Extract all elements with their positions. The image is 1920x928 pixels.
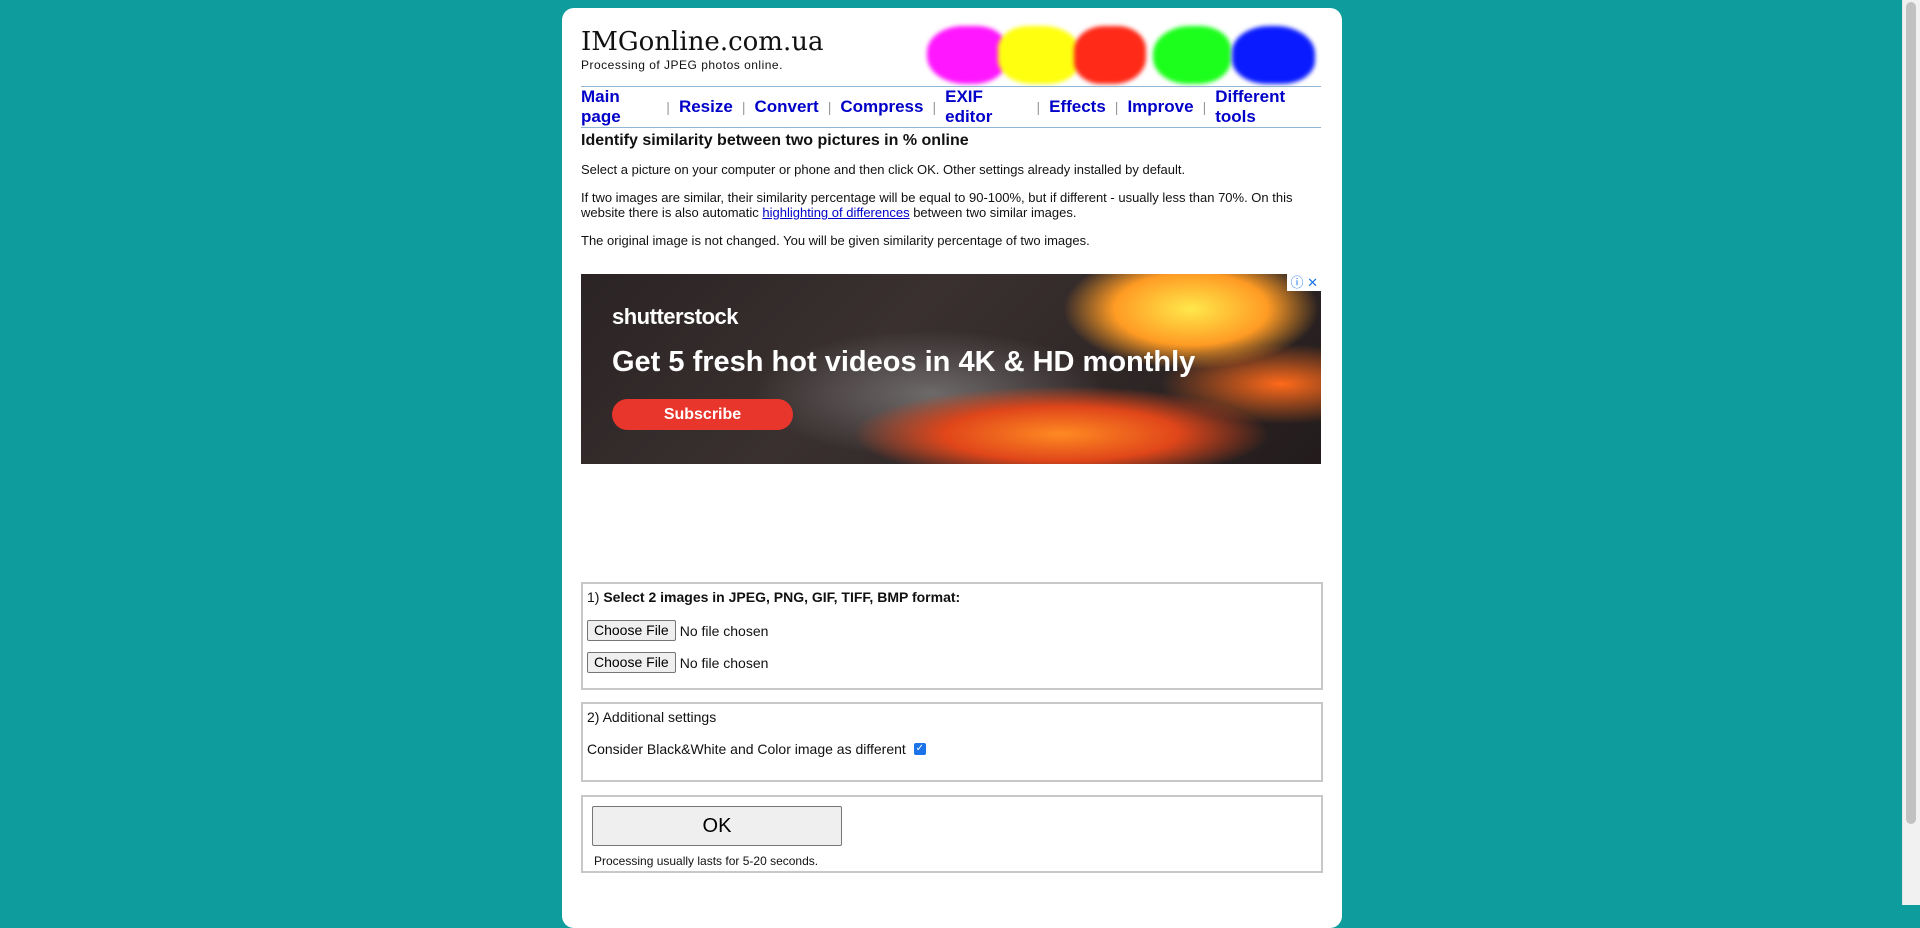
nav-separator: |	[1202, 99, 1207, 115]
ad-controls: ⓘ ✕	[1287, 274, 1321, 291]
nav-separator: |	[741, 99, 746, 115]
page-container: IMGonline.com.ua Processing of JPEG phot…	[562, 8, 1342, 928]
file-input-2[interactable]: Choose File No file chosen	[587, 652, 768, 673]
ad-logo: shutterstock	[612, 304, 739, 329]
green-blob	[1153, 26, 1231, 84]
advertisement-banner[interactable]: shutterstock Get 5 fresh hot videos in 4…	[581, 274, 1321, 464]
nav-improve[interactable]: Improve	[1127, 97, 1193, 117]
nav-different-tools[interactable]: Different tools	[1215, 87, 1321, 127]
page-scrollbar[interactable]	[1902, 0, 1920, 905]
file-input-1[interactable]: Choose File No file chosen	[587, 620, 768, 641]
nav-resize[interactable]: Resize	[679, 97, 733, 117]
processing-note: Processing usually lasts for 5-20 second…	[594, 854, 819, 868]
similarity-text-after: between two similar images.	[909, 205, 1077, 220]
close-icon[interactable]: ✕	[1307, 275, 1318, 290]
additional-settings-fieldset: 2) Additional settings Consider Black&Wh…	[581, 702, 1323, 782]
blue-blob	[1232, 26, 1315, 84]
nav-separator: |	[666, 99, 670, 115]
bw-color-setting: Consider Black&White and Color image as …	[587, 741, 926, 757]
highlighting-differences-link[interactable]: highlighting of differences	[762, 205, 909, 220]
scrollbar-thumb[interactable]	[1906, 2, 1916, 824]
page-title: Identify similarity between two pictures…	[581, 132, 969, 149]
step1-label: Select 2 images in JPEG, PNG, GIF, TIFF,…	[603, 589, 961, 605]
main-content: Identify similarity between two pictures…	[581, 132, 1321, 261]
submit-fieldset: OK Processing usually lasts for 5-20 sec…	[581, 795, 1323, 873]
main-nav: Main page | Resize | Convert | Compress …	[581, 86, 1321, 128]
nav-separator: |	[827, 99, 832, 115]
similarity-paragraph: If two images are similar, their similar…	[581, 190, 1321, 220]
choose-file-button-1[interactable]: Choose File	[587, 620, 676, 641]
ad-headline: Get 5 fresh hot videos in 4K & HD monthl…	[612, 346, 1196, 378]
yellow-blob	[998, 26, 1080, 84]
ad-subscribe-button[interactable]: Subscribe	[612, 399, 793, 430]
original-note-paragraph: The original image is not changed. You w…	[581, 233, 1090, 248]
ok-button[interactable]: OK	[592, 806, 842, 846]
step1-title: 1) Select 2 images in JPEG, PNG, GIF, TI…	[587, 589, 960, 605]
red-blob	[1074, 26, 1146, 84]
step1-prefix: 1)	[587, 589, 604, 605]
step2-title: 2) Additional settings	[587, 709, 717, 725]
select-images-fieldset: 1) Select 2 images in JPEG, PNG, GIF, TI…	[581, 582, 1323, 690]
site-header: IMGonline.com.ua Processing of JPEG phot…	[581, 28, 823, 72]
magenta-blob	[927, 26, 1007, 84]
file-status-1: No file chosen	[679, 622, 769, 639]
nav-separator: |	[932, 99, 937, 115]
file-status-2: No file chosen	[679, 654, 769, 671]
nav-separator: |	[1114, 99, 1119, 115]
nav-exif-editor[interactable]: EXIF editor	[945, 87, 1027, 127]
info-icon[interactable]: ⓘ	[1290, 275, 1303, 290]
bw-color-checkbox-label: Consider Black&White and Color image as …	[587, 741, 906, 757]
nav-effects[interactable]: Effects	[1049, 97, 1106, 117]
site-title[interactable]: IMGonline.com.ua	[581, 28, 823, 56]
nav-separator: |	[1036, 99, 1041, 115]
site-tagline: Processing of JPEG photos online.	[581, 58, 783, 72]
nav-main-page[interactable]: Main page	[581, 87, 657, 127]
choose-file-button-2[interactable]: Choose File	[587, 652, 676, 673]
color-blobs-banner	[927, 18, 1324, 88]
bw-color-checkbox[interactable]: ✓	[913, 743, 926, 755]
intro-paragraph: Select a picture on your computer or pho…	[581, 162, 1186, 177]
nav-convert[interactable]: Convert	[754, 97, 818, 117]
nav-compress[interactable]: Compress	[840, 97, 923, 117]
